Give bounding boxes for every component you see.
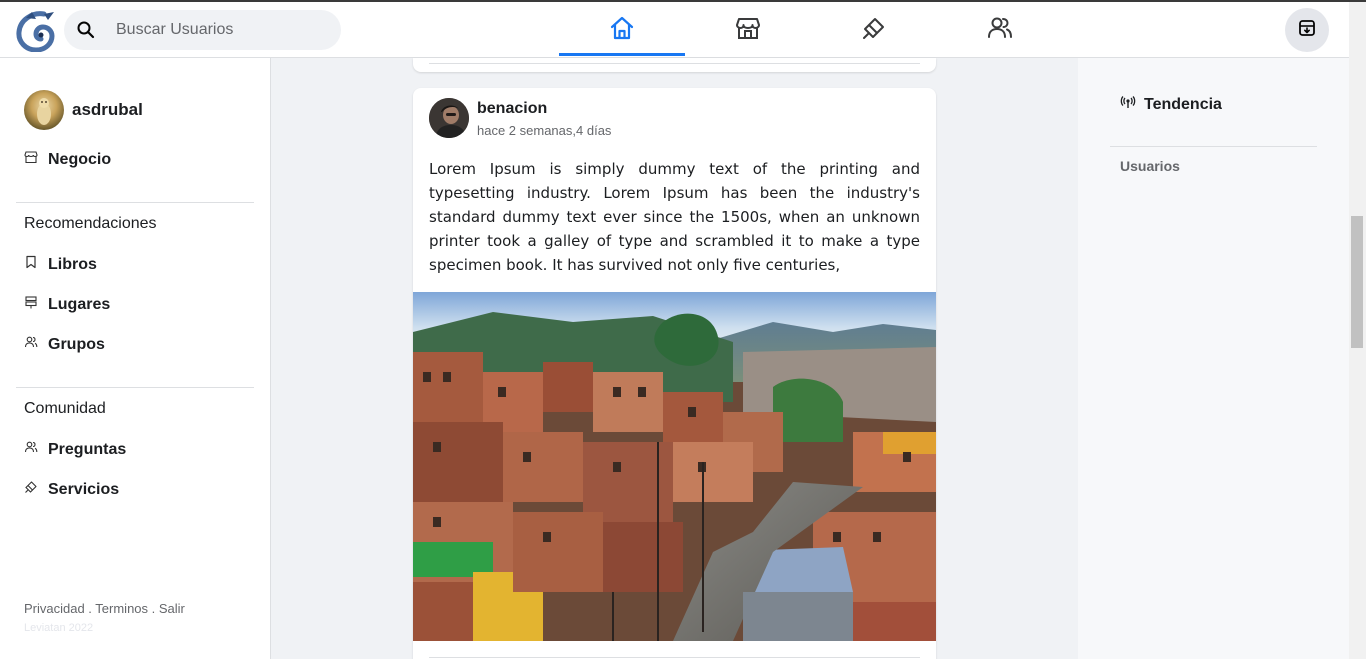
users-icon (986, 14, 1014, 47)
bookmark-icon (24, 255, 48, 274)
footer-brand: Leviatan 2022 (24, 622, 94, 634)
sidebar-item-label: Preguntas (48, 440, 127, 458)
sidebar-item-label: Libros (48, 255, 97, 273)
post-divider (429, 63, 920, 64)
search-input[interactable] (116, 10, 336, 50)
avatar[interactable] (429, 98, 469, 138)
profile-link[interactable]: asdrubal (24, 90, 143, 130)
sidebar-divider (16, 387, 254, 388)
tools-icon (860, 14, 888, 47)
sidebar-item-label: Servicios (48, 480, 120, 498)
sidebar-item-negocio[interactable]: Negocio (24, 150, 111, 169)
sidebar-item-label: Grupos (48, 335, 105, 353)
users-icon (24, 335, 48, 354)
sidebar-item-preguntas[interactable]: Preguntas (24, 440, 126, 459)
top-header (0, 2, 1349, 58)
broadcast-icon (1120, 94, 1144, 115)
avatar (24, 90, 64, 130)
sidebar-item-grupos[interactable]: Grupos (24, 335, 105, 354)
sidebar-item-servicios[interactable]: Servicios (24, 480, 119, 499)
home-icon (608, 14, 636, 47)
user-name: asdrubal (72, 100, 143, 119)
sidebar-item-lugares[interactable]: Lugares (24, 295, 110, 314)
page-scrollbar[interactable] (1349, 2, 1366, 659)
left-sidebar: asdrubal Negocio Recomendaciones Libros … (0, 58, 271, 659)
nav-store[interactable] (685, 2, 811, 58)
signpost-icon (24, 295, 48, 314)
sidebar-item-libros[interactable]: Libros (24, 255, 97, 274)
footer-links[interactable]: Privacidad . Terminos . Salir (24, 601, 185, 616)
search-icon (76, 20, 96, 40)
scrollbar-thumb[interactable] (1351, 216, 1363, 348)
nav-services[interactable] (811, 2, 937, 58)
post-timestamp: hace 2 semanas,4 días (477, 123, 612, 138)
tools-icon (24, 480, 48, 499)
section-title-comunidad: Comunidad (24, 400, 106, 417)
post-divider (429, 657, 920, 658)
sidebar-divider (1110, 146, 1317, 147)
archive-button[interactable] (1285, 8, 1329, 52)
sidebar-divider (16, 202, 254, 203)
post-author[interactable]: benacion (477, 100, 547, 118)
users-section-label: Usuarios (1120, 158, 1180, 174)
post-card: benacion hace 2 semanas,4 días Lorem Ips… (413, 88, 936, 659)
previous-post-card (413, 58, 936, 72)
store-icon (734, 14, 762, 47)
trend-header[interactable]: Tendencia (1120, 94, 1222, 115)
archive-icon (1297, 18, 1317, 43)
app-logo[interactable] (14, 10, 58, 53)
users-icon (24, 440, 48, 459)
sidebar-item-label: Lugares (48, 295, 111, 313)
trend-title: Tendencia (1144, 95, 1222, 113)
right-sidebar: Tendencia Usuarios (1078, 58, 1349, 659)
sidebar-item-label: Negocio (48, 150, 112, 168)
store-icon (24, 150, 48, 169)
section-title-recomendaciones: Recomendaciones (24, 215, 157, 232)
post-text: Lorem Ipsum is simply dummy text of the … (429, 160, 920, 274)
post-image[interactable] (413, 292, 936, 641)
search-bar[interactable] (64, 10, 341, 50)
nav-home[interactable] (559, 2, 685, 58)
nav-users[interactable] (937, 2, 1063, 58)
